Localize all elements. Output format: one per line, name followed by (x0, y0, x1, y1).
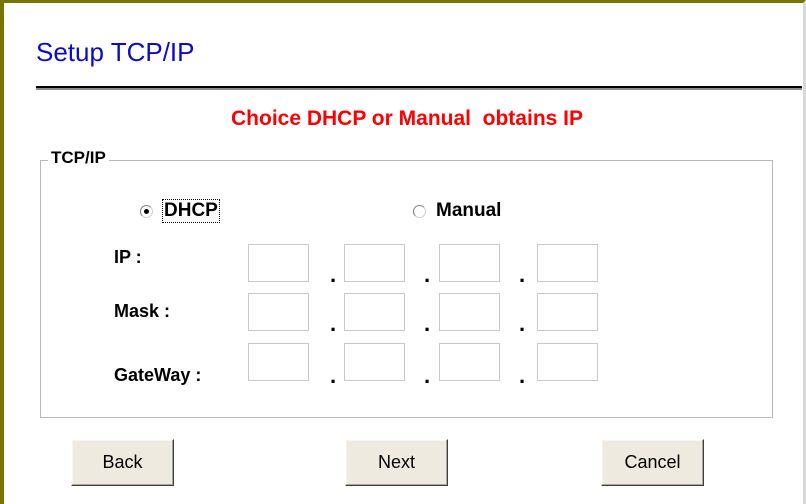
ip-separator: . (424, 262, 431, 287)
manual-radio[interactable]: Manual (413, 200, 501, 222)
ip-label: IP : (114, 247, 142, 267)
setup-dialog: Setup TCP/IP Choice DHCP or Manual obtai… (0, 0, 806, 504)
gateway-separator: . (424, 363, 431, 388)
mask-octet-3[interactable] (439, 293, 500, 331)
mask-octet-2[interactable] (344, 293, 405, 331)
manual-radio-circle[interactable] (413, 204, 426, 218)
ip-separator: . (519, 262, 526, 287)
ip-octet-4[interactable] (537, 244, 598, 282)
cancel-button[interactable]: Cancel (601, 439, 704, 486)
gateway-octet-1[interactable] (248, 343, 309, 381)
title-divider (36, 86, 802, 90)
dhcp-radio-circle[interactable] (140, 204, 153, 218)
mask-label: Mask : (114, 301, 171, 321)
ip-octet-1[interactable] (248, 244, 309, 282)
manual-radio-label[interactable]: Manual (436, 200, 501, 222)
back-button[interactable]: Back (71, 439, 174, 486)
dhcp-radio[interactable]: DHCP (140, 199, 220, 223)
instruction-text: Choice DHCP or Manual obtains IP (231, 107, 583, 130)
dhcp-radio-label[interactable]: DHCP (162, 199, 220, 223)
gateway-separator: . (330, 363, 337, 388)
ip-octet-3[interactable] (439, 244, 500, 282)
ip-separator: . (330, 262, 337, 287)
mask-octet-4[interactable] (537, 293, 598, 331)
mask-separator: . (424, 311, 431, 336)
mask-separator: . (519, 311, 526, 336)
gateway-label: GateWay : (114, 365, 202, 385)
mask-octet-1[interactable] (248, 293, 309, 331)
ip-octet-2[interactable] (344, 244, 405, 282)
next-button[interactable]: Next (345, 439, 448, 486)
mask-separator: . (330, 311, 337, 336)
page-title: Setup TCP/IP (36, 37, 195, 67)
gateway-octet-3[interactable] (439, 343, 500, 381)
tcpip-group-label: TCP/IP (48, 148, 109, 168)
gateway-octet-4[interactable] (537, 343, 598, 381)
gateway-separator: . (519, 363, 526, 388)
gateway-octet-2[interactable] (344, 343, 405, 381)
